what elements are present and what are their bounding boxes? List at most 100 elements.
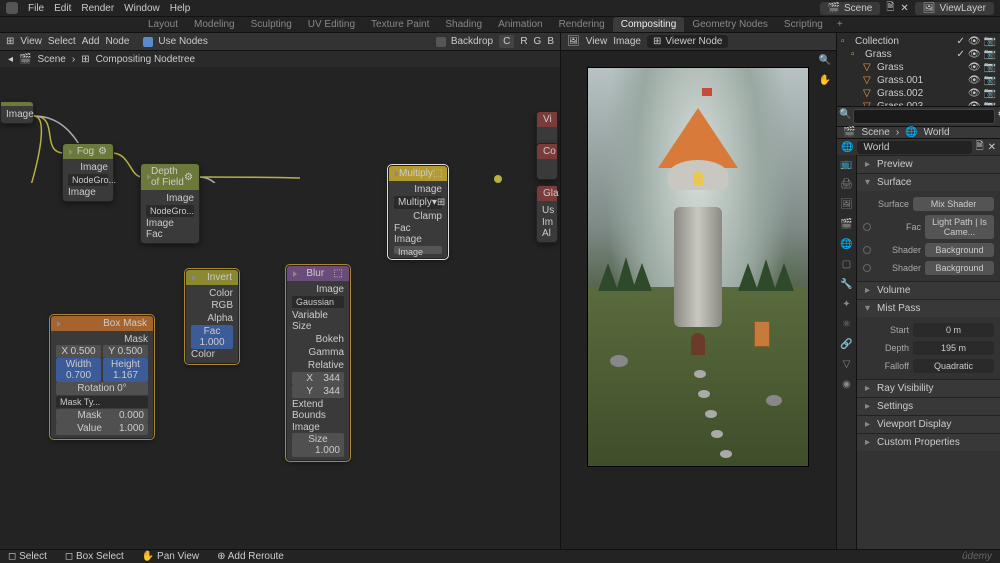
tab-constraint-icon[interactable]: 🔗 — [840, 339, 854, 353]
panel-surface-header[interactable]: Surface — [857, 174, 1000, 191]
menu-file[interactable]: File — [28, 3, 44, 14]
tab-scripting[interactable]: Scripting — [776, 17, 831, 32]
outliner-item[interactable]: ▽Grass.001👁📷 — [839, 74, 998, 87]
tab-layout[interactable]: Layout — [140, 17, 186, 32]
tab-rendering[interactable]: Rendering — [551, 17, 613, 32]
properties-panel: ▫Collection ✓👁📷 ▫Grass ✓👁📷 ▽Grass👁📷 ▽Gra… — [836, 33, 1000, 549]
tab-animation[interactable]: Animation — [490, 17, 550, 32]
add-workspace-button[interactable]: + — [831, 17, 849, 32]
panel-rayvis-header[interactable]: Ray Visibility — [857, 380, 1000, 397]
node-depth-of-field[interactable]: Depth of Field⚙ Image NodeGro... Image F… — [140, 163, 200, 244]
channel-b[interactable]: B — [547, 36, 554, 47]
new-world-icon[interactable]: 🗎 — [976, 139, 984, 156]
tab-data-icon[interactable]: ▽ — [840, 359, 854, 373]
app-logo-icon[interactable] — [6, 2, 18, 14]
properties-tabs: 📺 🖨 🖼 🎬 🌐 ▢ 🔧 ✦ ⚛ 🔗 ▽ ◉ — [837, 155, 857, 549]
surface-shader-button[interactable]: Mix Shader — [913, 197, 994, 211]
tab-geonodes[interactable]: Geometry Nodes — [684, 17, 776, 32]
tab-compositing[interactable]: Compositing — [613, 17, 685, 32]
outliner-collection[interactable]: ▫Collection ✓👁📷 — [839, 35, 998, 48]
outliner-item[interactable]: ▽Grass.003👁📷 — [839, 100, 998, 107]
viewlayer-selector[interactable]: 🖼 ViewLayer — [915, 2, 994, 15]
new-scene-icon[interactable]: 🗎 — [886, 0, 894, 17]
tab-render-icon[interactable]: 📺 — [840, 159, 854, 173]
mist-falloff-select[interactable]: Quadratic — [913, 359, 994, 373]
surface-fac-button[interactable]: Light Path | Is Came... — [925, 215, 994, 239]
node-fog[interactable]: Fog⚙ Image NodeGro... Image — [62, 143, 114, 202]
outliner-item[interactable]: ▽Grass👁📷 — [839, 61, 998, 74]
tab-material-icon[interactable]: ◉ — [840, 379, 854, 393]
home-icon[interactable]: ◂ — [8, 54, 13, 65]
unlink-scene-icon[interactable]: ✕ — [900, 3, 908, 14]
outliner-search-input[interactable] — [853, 109, 995, 124]
viewer-slot-selector[interactable]: ⊞Viewer Node — [647, 35, 728, 48]
node-menu-node[interactable]: Node — [105, 36, 129, 47]
panel-custom-header[interactable]: Custom Properties — [857, 434, 1000, 451]
tab-texturepaint[interactable]: Texture Paint — [363, 17, 437, 32]
surface-shader2-button[interactable]: Background — [925, 261, 994, 275]
tab-shading[interactable]: Shading — [437, 17, 490, 32]
tab-particle-icon[interactable]: ✦ — [840, 299, 854, 313]
panel-mistpass-header[interactable]: Mist Pass — [857, 300, 1000, 317]
panel-settings-header[interactable]: Settings — [857, 398, 1000, 415]
top-menubar: File Edit Render Window Help 🎬 Scene 🗎 ✕… — [0, 0, 1000, 17]
menu-help[interactable]: Help — [170, 3, 191, 14]
outliner-item[interactable]: ▽Grass.002👁📷 — [839, 87, 998, 100]
channel-c[interactable]: C — [499, 35, 514, 48]
node-box-mask[interactable]: Box Mask Mask X 0.500 Y 0.500 Width 0.70… — [50, 315, 154, 439]
tab-uvediting[interactable]: UV Editing — [300, 17, 363, 32]
node-menu-view[interactable]: View — [20, 36, 42, 47]
tab-modeling[interactable]: Modeling — [186, 17, 243, 32]
image-viewer[interactable]: 🖼 View Image ⊞Viewer Node 🔍 ✋ — [561, 33, 836, 549]
node-multiply[interactable]: Multiply⬚ Image Multiply▾⊞ Clamp Fac Ima… — [388, 165, 448, 259]
layer-icon: 🖼 — [923, 3, 936, 14]
tab-physics-icon[interactable]: ⚛ — [840, 319, 854, 333]
tab-scene-icon[interactable]: 🎬 — [840, 219, 854, 233]
node-exposure-partial[interactable]: Image — [0, 101, 34, 124]
node-glare-partial[interactable]: Gla Us Im Al — [536, 185, 558, 243]
unlink-world-icon[interactable]: ✕ — [988, 142, 996, 153]
node-editor[interactable]: ⊞ View Select Add Node Use Nodes Backdro… — [0, 33, 560, 549]
menu-edit[interactable]: Edit — [54, 3, 71, 14]
mist-start-field[interactable]: 0 m — [913, 323, 994, 337]
panel-viewport-header[interactable]: Viewport Display — [857, 416, 1000, 433]
menu-window[interactable]: Window — [124, 3, 160, 14]
node-editor-header: ⊞ View Select Add Node Use Nodes Backdro… — [0, 33, 560, 51]
outliner-grass-collection[interactable]: ▫Grass ✓👁📷 — [839, 48, 998, 61]
tab-object-icon[interactable]: ▢ — [840, 259, 854, 273]
watermark: ûdemy — [962, 551, 992, 562]
scene-selector[interactable]: 🎬 Scene — [820, 2, 881, 15]
viewer-menu-view[interactable]: View — [586, 36, 608, 47]
node-menu-select[interactable]: Select — [48, 36, 76, 47]
node-blur[interactable]: Blur⬚ Image Gaussian Variable Size Bokeh… — [286, 265, 350, 461]
node-invert[interactable]: Invert Color RGB Alpha Fac 1.000 Color — [185, 269, 239, 364]
channel-r[interactable]: R — [520, 36, 527, 47]
editor-type-icon[interactable]: ⊞ — [6, 36, 14, 47]
surface-shader1-button[interactable]: Background — [925, 243, 994, 257]
node-composite-partial[interactable]: Co — [536, 143, 558, 180]
viewer-menu-image[interactable]: Image — [613, 36, 641, 47]
pan-icon[interactable]: ✋ — [818, 75, 832, 89]
node-menu-add[interactable]: Add — [82, 36, 100, 47]
editor-type-icon[interactable]: 🖼 — [567, 36, 580, 47]
channel-g[interactable]: G — [534, 36, 542, 47]
outliner[interactable]: ▫Collection ✓👁📷 ▫Grass ✓👁📷 ▽Grass👁📷 ▽Gra… — [837, 33, 1000, 107]
search-icon: 🔍 — [839, 109, 851, 124]
menu-render[interactable]: Render — [81, 3, 114, 14]
world-icon: 🌐 — [841, 142, 853, 153]
tab-viewlayer-icon[interactable]: 🖼 — [840, 199, 854, 213]
scene-icon: 🎬 — [828, 3, 840, 14]
use-nodes-checkbox[interactable]: Use Nodes — [143, 36, 207, 47]
panel-volume-header[interactable]: Volume — [857, 282, 1000, 299]
tab-output-icon[interactable]: 🖨 — [840, 179, 854, 193]
magnify-icon[interactable]: 🔍 — [818, 55, 832, 69]
tab-sculpting[interactable]: Sculpting — [243, 17, 300, 32]
backdrop-toggle[interactable]: Backdrop — [436, 36, 493, 47]
footer-select: ◻ Select — [8, 551, 47, 562]
tab-modifier-icon[interactable]: 🔧 — [840, 279, 854, 293]
tab-world-icon[interactable]: 🌐 — [840, 239, 854, 253]
world-name-field[interactable]: World — [857, 141, 971, 154]
reroute-node[interactable] — [494, 175, 502, 183]
mist-depth-field[interactable]: 195 m — [913, 341, 994, 355]
panel-preview-header[interactable]: Preview — [857, 156, 1000, 173]
